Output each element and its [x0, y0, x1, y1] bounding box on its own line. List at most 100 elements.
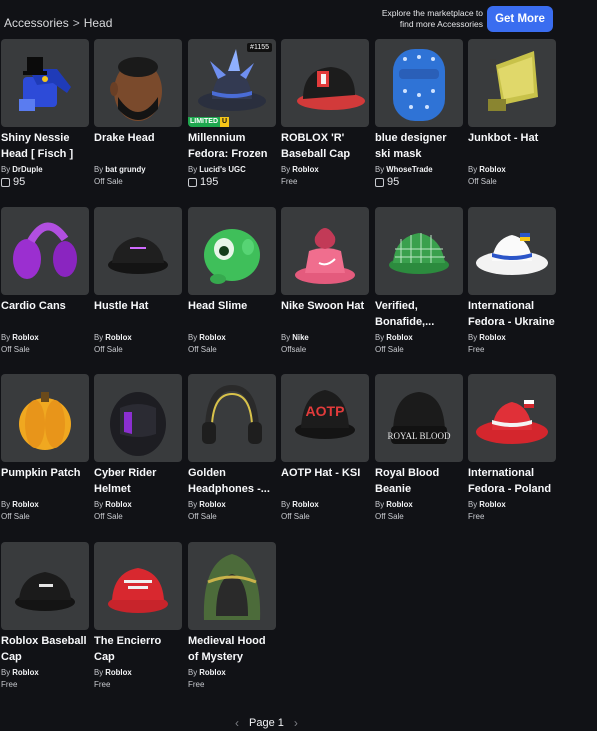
item-thumbnail[interactable]: LIMITED U #1155 — [188, 39, 276, 127]
creator-link[interactable]: Roblox — [479, 500, 505, 509]
item-thumbnail[interactable] — [1, 207, 89, 295]
item-card[interactable]: International Fedora - Poland By Roblox Fr… — [468, 374, 556, 524]
item-name[interactable]: International Fedora - Ukraine — [468, 299, 556, 330]
item-creator: By Roblox — [188, 668, 226, 677]
item-name[interactable]: Cardio Cans — [1, 299, 89, 330]
creator-link[interactable]: Roblox — [105, 500, 131, 509]
item-card[interactable]: International Fedora - Ukraine By Roblox F… — [468, 207, 556, 357]
item-thumbnail[interactable] — [1, 542, 89, 630]
creator-link[interactable]: Roblox — [105, 333, 131, 342]
creator-link[interactable]: bat grundy — [105, 165, 145, 174]
item-name[interactable]: Verified, Bonafide,... — [375, 299, 463, 330]
item-status: Off Sale — [94, 345, 123, 354]
item-thumbnail[interactable]: AOTP — [281, 374, 369, 462]
item-name[interactable]: Millennium Fedora: Frozen — [188, 131, 276, 162]
get-more-button[interactable]: Get More — [487, 6, 553, 32]
creator-link[interactable]: Roblox — [386, 333, 412, 342]
item-name[interactable]: Shiny Nessie Head [ Fisch ] — [1, 131, 89, 162]
creator-link[interactable]: Roblox — [105, 668, 131, 677]
item-card[interactable]: Cyber Rider Helmet By Roblox Off Sale — [94, 374, 182, 524]
creator-link[interactable]: Roblox — [12, 333, 38, 342]
item-name[interactable]: blue designer ski mask — [375, 131, 463, 162]
creator-link[interactable]: Lucid's UGC — [199, 165, 245, 174]
item-price: 195 — [188, 175, 276, 190]
item-thumbnail[interactable] — [281, 207, 369, 295]
creator-link[interactable]: Roblox — [292, 165, 318, 174]
item-card[interactable]: Head Slime By Roblox Off Sale — [188, 207, 276, 357]
svg-text:AOTP: AOTP — [306, 403, 345, 419]
item-card[interactable]: ROYAL BLOOD Royal Blood Beanie By Roblox Of… — [375, 374, 463, 524]
item-thumbnail[interactable] — [468, 39, 556, 127]
breadcrumb-accessories-link[interactable]: Accessories — [4, 16, 69, 30]
item-thumbnail[interactable] — [375, 39, 463, 127]
creator-link[interactable]: Roblox — [386, 500, 412, 509]
item-thumbnail[interactable] — [281, 39, 369, 127]
creator-link[interactable]: WhoseTrade — [386, 165, 432, 174]
creator-link[interactable]: Roblox — [292, 500, 318, 509]
item-name[interactable]: ROBLOX 'R' Baseball Cap — [281, 131, 369, 162]
item-thumbnail[interactable] — [468, 207, 556, 295]
item-card[interactable]: Drake Head By bat grundy Off Sale — [94, 39, 182, 189]
creator-link[interactable]: DrDuple — [12, 165, 42, 174]
item-card[interactable]: Shiny Nessie Head [ Fisch ] By DrDuple 95 — [1, 39, 89, 190]
item-thumbnail[interactable] — [188, 207, 276, 295]
item-name[interactable]: The Encierro Cap — [94, 634, 182, 665]
item-card[interactable]: Hustle Hat By Roblox Off Sale — [94, 207, 182, 357]
item-card[interactable]: blue designer ski mask By WhoseTrade 95 — [375, 39, 463, 190]
item-creator: By Lucid's UGC — [188, 165, 246, 174]
creator-link[interactable]: Roblox — [199, 668, 225, 677]
item-name[interactable]: AOTP Hat - KSI — [281, 466, 369, 497]
item-name[interactable]: Head Slime — [188, 299, 276, 330]
item-thumbnail[interactable] — [94, 542, 182, 630]
drake-head-icon — [110, 57, 162, 121]
item-card[interactable]: Verified, Bonafide,... By Roblox Off Sale — [375, 207, 463, 357]
item-card[interactable]: Roblox Baseball Cap By Roblox Free — [1, 542, 89, 692]
item-card[interactable]: Cardio Cans By Roblox Off Sale — [1, 207, 89, 357]
item-name[interactable]: Royal Blood Beanie — [375, 466, 463, 497]
item-name[interactable]: Cyber Rider Helmet — [94, 466, 182, 497]
item-card[interactable]: Medieval Hood of Mystery By Roblox Free — [188, 542, 276, 692]
item-thumbnail[interactable] — [94, 39, 182, 127]
item-name[interactable]: Golden Headphones -... — [188, 466, 276, 497]
creator-link[interactable]: Roblox — [199, 333, 225, 342]
creator-link[interactable]: Roblox — [479, 333, 505, 342]
item-name[interactable]: International Fedora - Poland — [468, 466, 556, 497]
item-creator: By Roblox — [468, 333, 506, 342]
item-status: Off Sale — [375, 345, 404, 354]
item-name[interactable]: Junkbot - Hat — [468, 131, 556, 162]
creator-link[interactable]: Nike — [292, 333, 308, 342]
item-name[interactable]: Nike Swoon Hat — [281, 299, 369, 330]
item-card[interactable]: Junkbot - Hat By Roblox Off Sale — [468, 39, 556, 189]
hustle-hat-icon — [108, 237, 168, 274]
item-thumbnail[interactable] — [188, 374, 276, 462]
item-name[interactable]: Drake Head — [94, 131, 182, 162]
item-thumbnail[interactable] — [94, 374, 182, 462]
item-thumbnail[interactable] — [1, 374, 89, 462]
item-card[interactable]: AOTP AOTP Hat - KSI By Roblox Off Sale — [281, 374, 369, 524]
item-thumbnail[interactable]: ROYAL BLOOD — [375, 374, 463, 462]
item-card[interactable]: ROBLOX 'R' Baseball Cap By Roblox Free — [281, 39, 369, 189]
item-card[interactable]: Golden Headphones -... By Roblox Off Sale — [188, 374, 276, 524]
item-thumbnail[interactable] — [375, 207, 463, 295]
item-name[interactable]: Hustle Hat — [94, 299, 182, 330]
item-name[interactable]: Medieval Hood of Mystery — [188, 634, 276, 665]
item-name[interactable]: Pumpkin Patch — [1, 466, 89, 497]
item-card[interactable]: Nike Swoon Hat By Nike Offsale — [281, 207, 369, 357]
creator-link[interactable]: Roblox — [12, 668, 38, 677]
item-thumbnail[interactable] — [1, 39, 89, 127]
prev-page-icon[interactable]: ‹ — [235, 716, 239, 730]
item-thumbnail[interactable] — [468, 374, 556, 462]
creator-link[interactable]: Roblox — [12, 500, 38, 509]
item-card[interactable]: LIMITED U #1155 Millennium Fedora: Frozen By… — [188, 39, 276, 190]
nessie-head-icon — [19, 57, 71, 111]
helmet-icon — [110, 392, 166, 456]
creator-link[interactable]: Roblox — [199, 500, 225, 509]
red-cap-icon — [108, 568, 168, 613]
item-card[interactable]: The Encierro Cap By Roblox Free — [94, 542, 182, 692]
item-thumbnail[interactable] — [94, 207, 182, 295]
next-page-icon[interactable]: › — [294, 716, 298, 730]
item-thumbnail[interactable] — [188, 542, 276, 630]
creator-link[interactable]: Roblox — [479, 165, 505, 174]
item-card[interactable]: Pumpkin Patch By Roblox Off Sale — [1, 374, 89, 524]
item-name[interactable]: Roblox Baseball Cap — [1, 634, 89, 665]
